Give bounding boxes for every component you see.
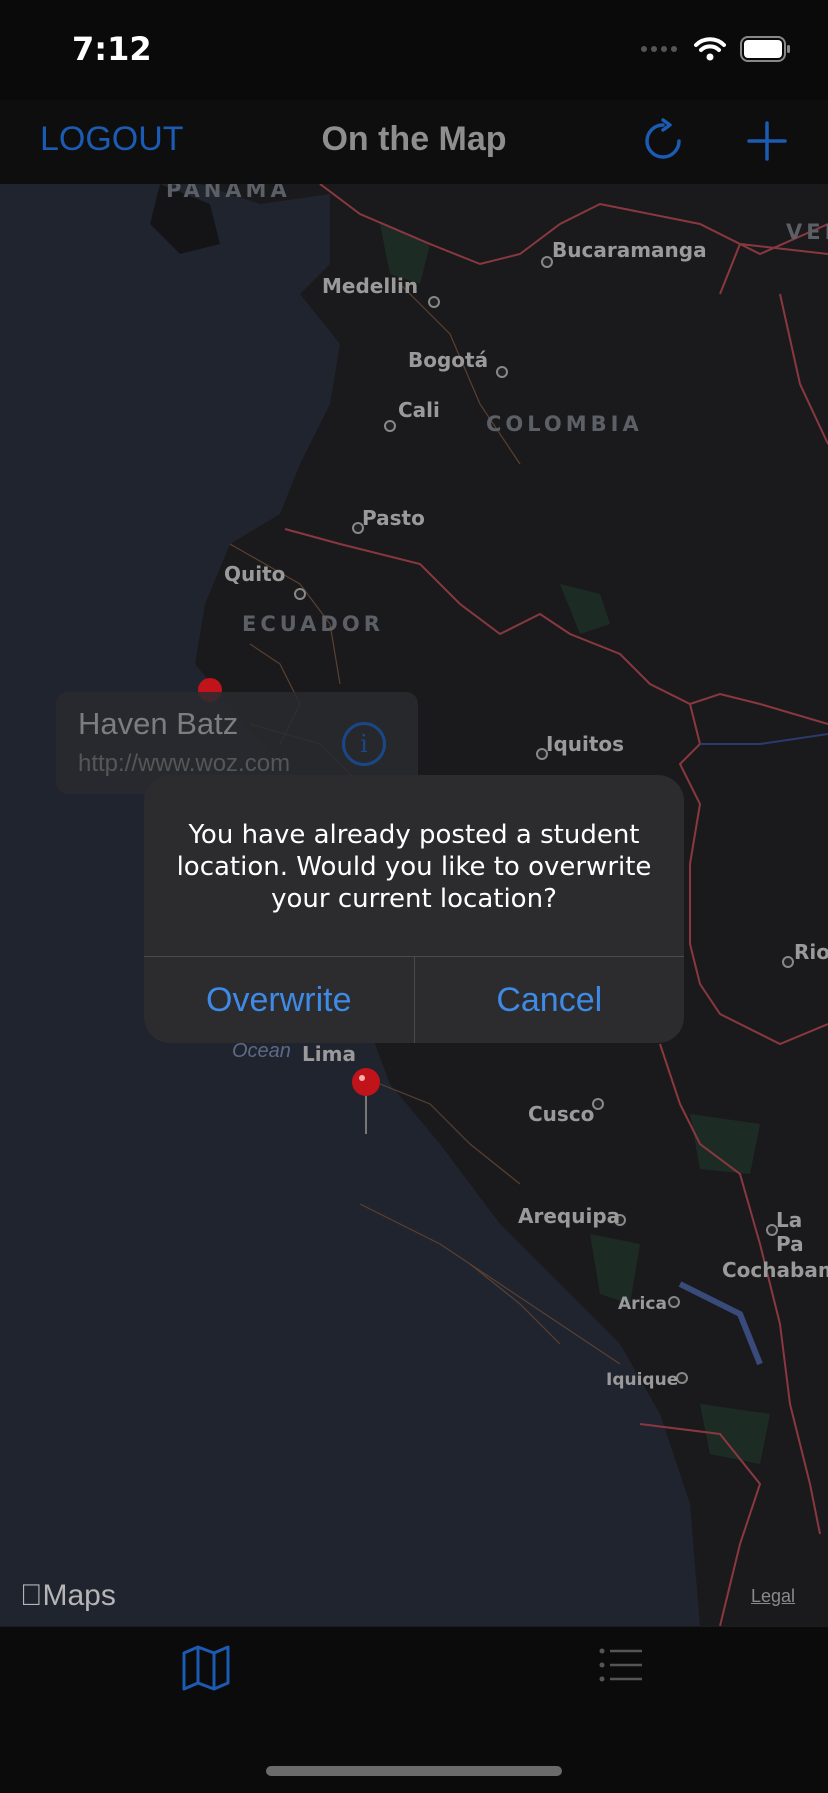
info-icon[interactable]: i bbox=[342, 722, 386, 766]
battery-icon bbox=[740, 36, 790, 62]
callout-title: Haven Batz bbox=[78, 706, 239, 741]
page-title: On the Map bbox=[321, 120, 507, 158]
map-label-city: Cusco bbox=[528, 1102, 595, 1126]
map-label-country: VEN bbox=[786, 220, 828, 244]
map-label-city: Rio bbox=[794, 940, 828, 964]
map-label-country: PANAMA bbox=[166, 184, 291, 202]
refresh-icon[interactable] bbox=[640, 118, 686, 164]
map-label-city: Bogotá bbox=[408, 348, 489, 372]
map-label-city: Medellin bbox=[322, 274, 419, 298]
map-label-city: Arequipa bbox=[518, 1204, 621, 1228]
add-icon[interactable] bbox=[744, 118, 790, 164]
city-marker bbox=[496, 366, 508, 378]
city-marker bbox=[782, 956, 794, 968]
status-time: 7:12 bbox=[72, 30, 152, 68]
city-marker bbox=[428, 296, 440, 308]
home-indicator bbox=[266, 1766, 562, 1776]
map-label-city: Iquitos bbox=[546, 732, 625, 756]
map-label-city: Bucaramanga bbox=[552, 238, 707, 262]
legal-link[interactable]: Legal bbox=[751, 1586, 795, 1607]
cancel-button[interactable]: Cancel bbox=[413, 957, 685, 1043]
map-label-country: ECUADOR bbox=[242, 612, 384, 636]
city-marker bbox=[384, 420, 396, 432]
map-label-city: Arica bbox=[618, 1294, 667, 1314]
status-bar: 7:12 bbox=[0, 0, 828, 100]
wifi-icon bbox=[694, 37, 726, 61]
alert-actions: Overwrite Cancel bbox=[144, 956, 684, 1043]
callout-subtitle: http://www.woz.com bbox=[78, 750, 291, 777]
city-marker bbox=[294, 588, 306, 600]
overwrite-button[interactable]: Overwrite bbox=[144, 957, 414, 1043]
status-icons bbox=[640, 36, 792, 62]
map-label-city: Lima bbox=[302, 1042, 356, 1066]
map-label-city: Pasto bbox=[362, 506, 425, 530]
map-label-city: Cali bbox=[398, 398, 440, 422]
map-label-city: Cochabam bbox=[722, 1258, 828, 1282]
apple-logo-icon:  bbox=[20, 1579, 43, 1612]
map-tab-icon[interactable] bbox=[180, 1645, 232, 1691]
map-label-city: Iquique bbox=[606, 1370, 679, 1390]
map-label-city: Quito bbox=[224, 562, 286, 586]
list-tab-icon[interactable] bbox=[598, 1645, 644, 1685]
apple-maps-logo: Maps bbox=[20, 1579, 116, 1612]
navigation-bar: LOGOUT On the Map bbox=[0, 100, 828, 185]
alert-message: You have already posted a student locati… bbox=[176, 820, 652, 914]
map-label-city: La Pa bbox=[776, 1208, 804, 1256]
city-marker bbox=[668, 1296, 680, 1308]
map-label-country: COLOMBIA bbox=[486, 412, 643, 436]
overwrite-alert: You have already posted a student locati… bbox=[144, 775, 684, 1043]
location-pin[interactable] bbox=[352, 1068, 380, 1134]
cellular-signal-icon bbox=[641, 46, 677, 52]
